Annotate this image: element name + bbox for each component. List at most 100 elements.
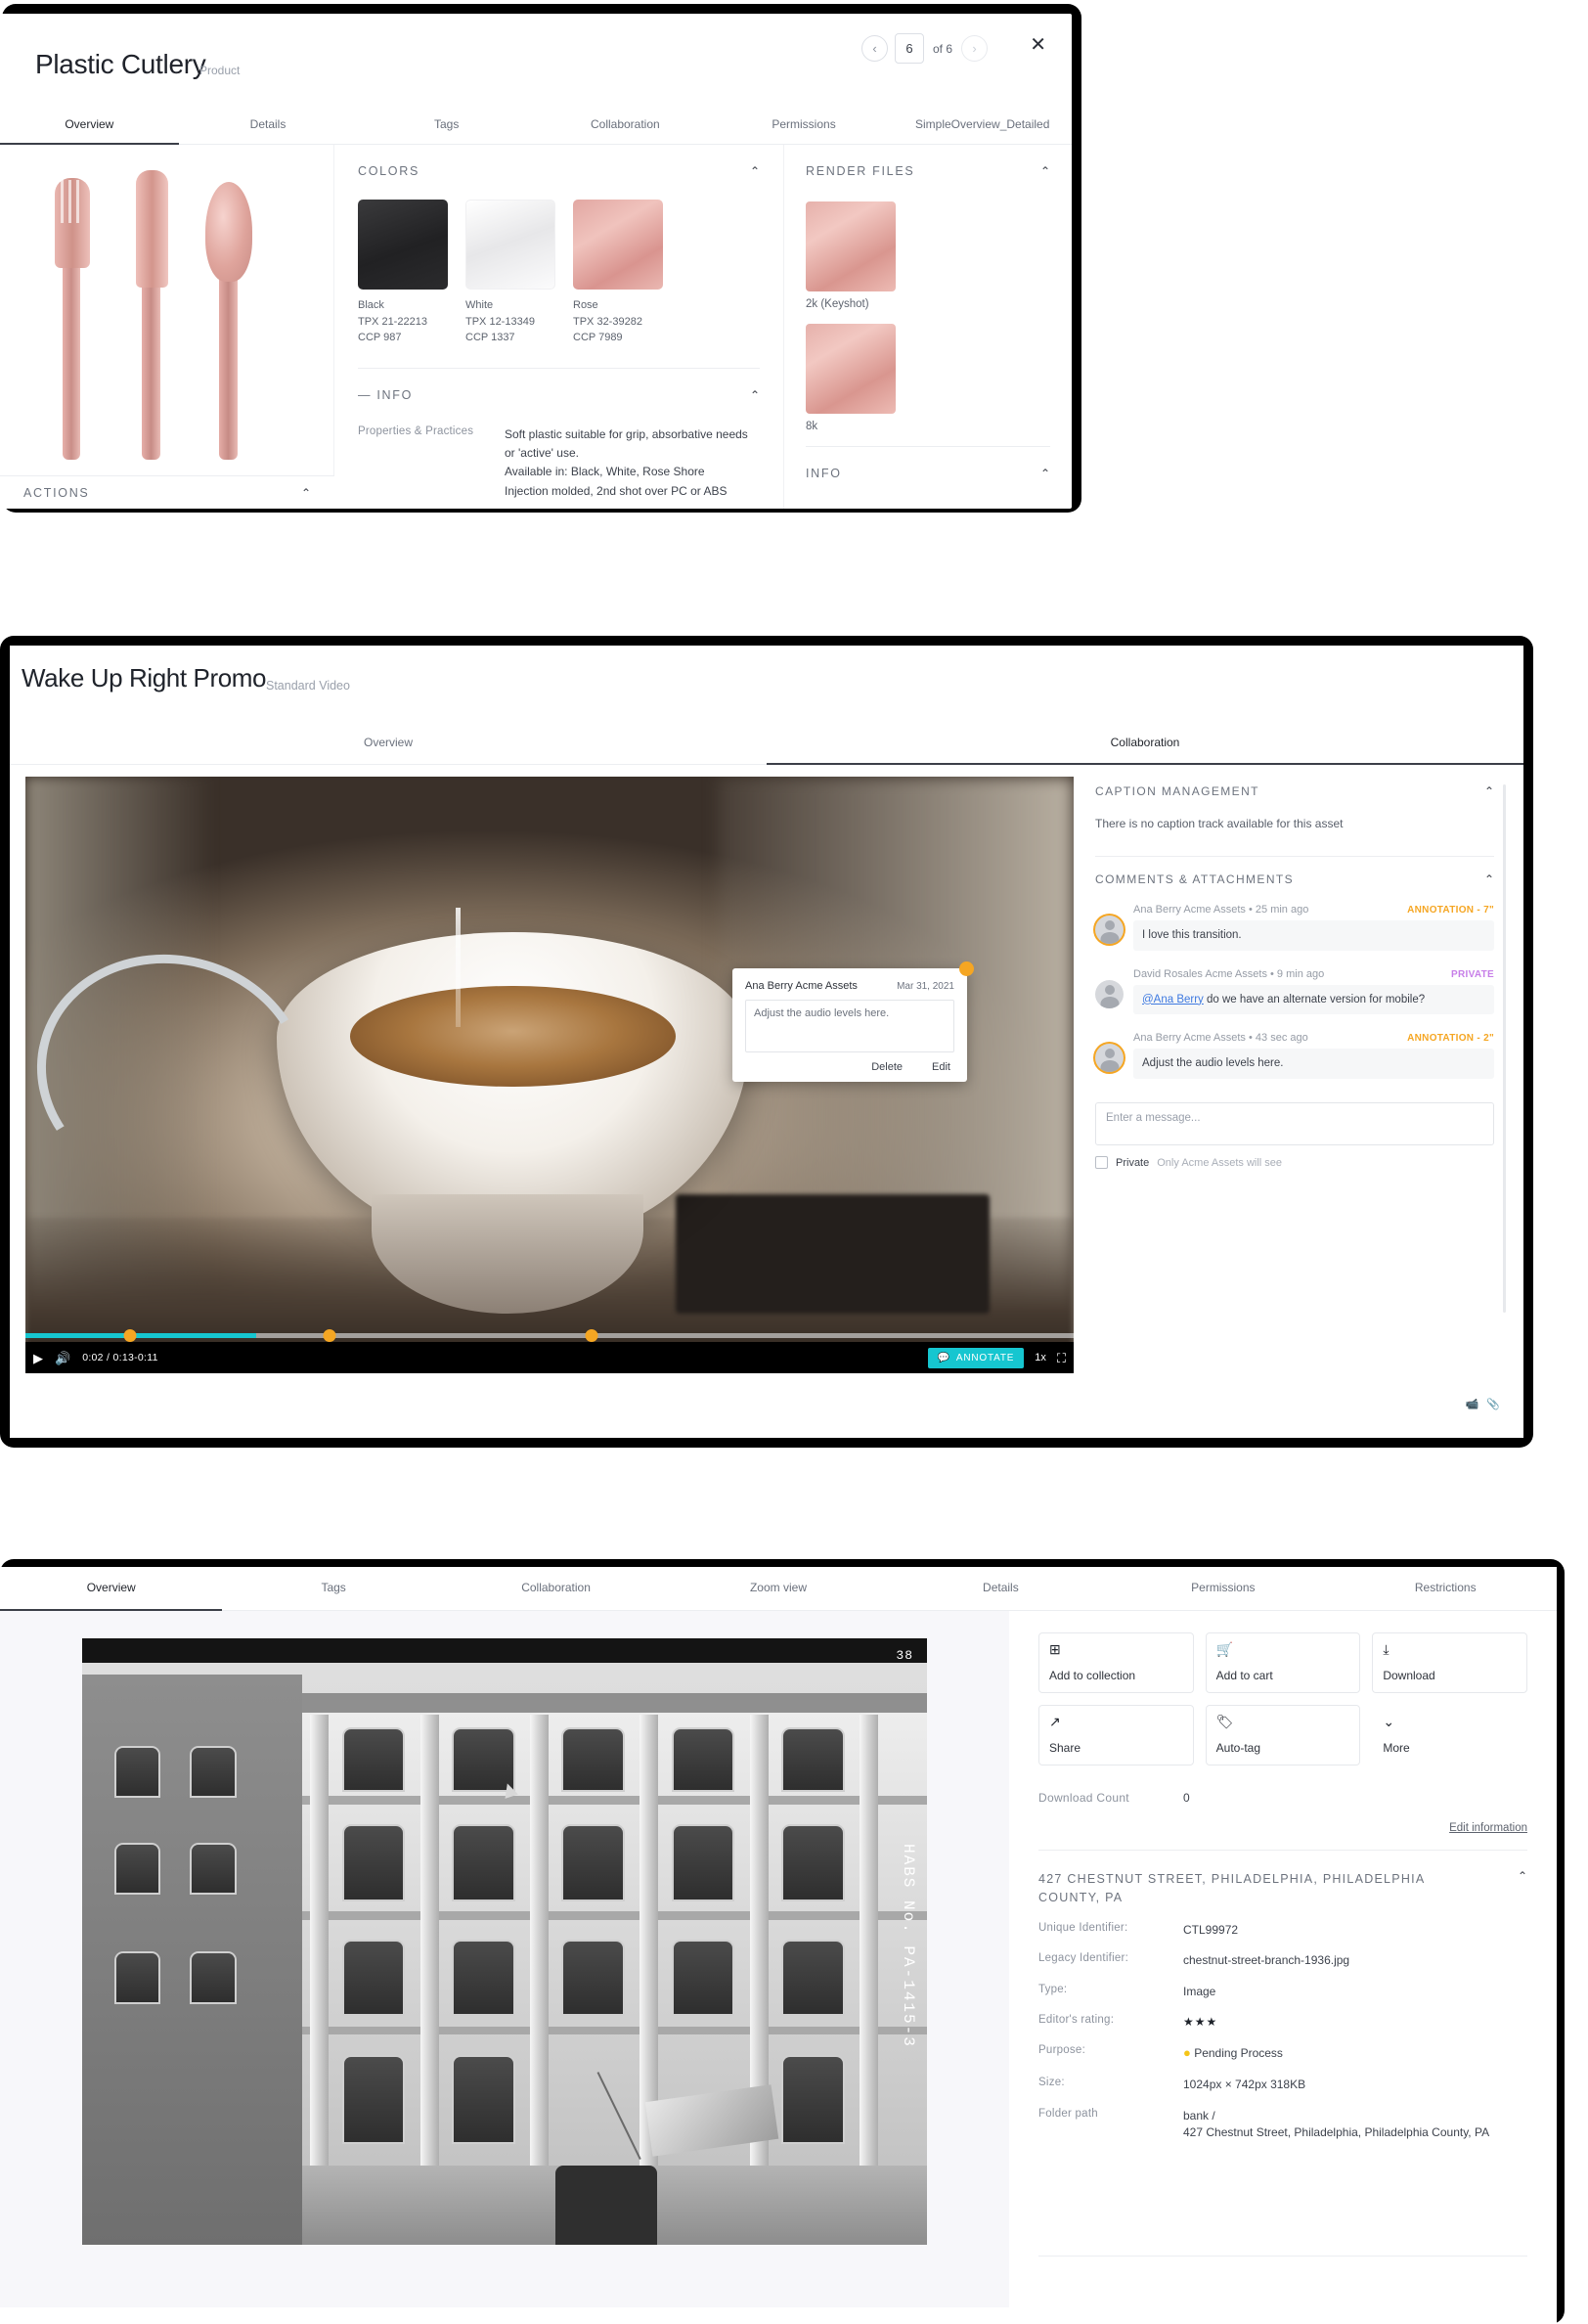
avatar: [1095, 1044, 1124, 1073]
video-player[interactable]: Ana Berry Acme Assets Mar 31, 2021 Adjus…: [25, 777, 1074, 1373]
close-icon[interactable]: ✕: [1030, 35, 1046, 55]
share-button[interactable]: ↗ Share: [1038, 1705, 1194, 1765]
info-section-header: — INFO ⌃: [358, 369, 760, 408]
pagination: ‹ 6 of 6 ›: [860, 33, 988, 64]
private-toggle-row[interactable]: Private Only Acme Assets will see: [1095, 1156, 1494, 1170]
tab-permissions[interactable]: Permissions: [715, 108, 894, 144]
page-total-label: of 6: [932, 41, 952, 56]
metadata-section-title: 427 CHESTNUT STREET, PHILADELPHIA, PHILA…: [1038, 1872, 1425, 1905]
render-file-item[interactable]: 8k: [806, 324, 1050, 432]
product-tab-bar: Overview Details Tags Collaboration Perm…: [0, 108, 1072, 145]
annotation-marker-icon[interactable]: [585, 1329, 598, 1342]
render-file-item[interactable]: 2k (Keyshot): [806, 201, 1050, 310]
add-to-cart-button[interactable]: 🛒 Add to cart: [1205, 1632, 1361, 1693]
product-detail-panel: Plastic Cutlery Product ‹ 6 of 6 › ✕ Ove…: [0, 14, 1072, 509]
more-button[interactable]: ⌄ More: [1372, 1705, 1527, 1765]
sidebar-scrollbar[interactable]: [1503, 784, 1506, 1313]
message-input[interactable]: Enter a message...: [1095, 1102, 1494, 1146]
playback-speed-button[interactable]: 1x: [1035, 1352, 1046, 1363]
section-divider: [1038, 1850, 1527, 1851]
comment-badge: ANNOTATION - 7": [1407, 905, 1494, 916]
asset-photo[interactable]: 38 HABS No. PA-1415-3: [82, 1638, 927, 2245]
tab-simple-overview-detailed[interactable]: SimpleOverview_Detailed: [893, 108, 1072, 144]
swatch-tpx: TPX 32-39282: [573, 315, 642, 328]
caption-collapse-chevron-up-icon[interactable]: ⌃: [1484, 785, 1494, 797]
private-checkbox[interactable]: [1095, 1156, 1108, 1170]
volume-icon[interactable]: 🔊: [55, 1352, 70, 1364]
tab-overview[interactable]: Overview: [0, 108, 179, 145]
annotation-popup[interactable]: Ana Berry Acme Assets Mar 31, 2021 Adjus…: [732, 961, 974, 1082]
action-label: Download: [1383, 1669, 1435, 1682]
tab-collaboration[interactable]: Collaboration: [536, 108, 715, 144]
annotation-marker-icon[interactable]: [123, 1329, 137, 1342]
tab-overview[interactable]: Overview: [10, 732, 767, 764]
annotation-marker-icon[interactable]: [323, 1329, 336, 1342]
annotation-text[interactable]: Adjust the audio levels here.: [745, 1000, 954, 1052]
tab-tags[interactable]: Tags: [357, 108, 536, 144]
tab-zoom-view[interactable]: Zoom view: [667, 1567, 889, 1610]
info-collapse-chevron-up-icon[interactable]: ⌃: [750, 389, 760, 401]
asset-type-label: Standard Video: [266, 679, 350, 693]
metadata-collapse-chevron-up-icon[interactable]: ⌃: [1518, 1870, 1527, 1882]
right-info-collapse-chevron-up-icon[interactable]: ⌃: [1040, 468, 1050, 479]
tab-collaboration[interactable]: Collaboration: [767, 732, 1523, 765]
comment-badge: ANNOTATION - 2": [1407, 1033, 1494, 1045]
metadata-label: Size:: [1038, 2077, 1065, 2089]
prev-page-button[interactable]: ‹: [860, 35, 888, 62]
colors-collapse-chevron-up-icon[interactable]: ⌃: [750, 165, 760, 177]
metadata-row: Legacy Identifier: chestnut-street-branc…: [1038, 1952, 1527, 1969]
metadata-row: Editor's rating: ★★★: [1038, 2014, 1527, 2031]
annotation-author: Ana Berry Acme Assets: [745, 980, 858, 992]
tab-restrictions[interactable]: Restrictions: [1335, 1567, 1557, 1610]
play-icon[interactable]: ▶: [33, 1352, 43, 1364]
auto-tag-button[interactable]: 🏷 Auto-tag: [1205, 1705, 1361, 1765]
comment-item: Ana Berry Acme Assets • 43 sec ago ANNOT…: [1095, 1032, 1494, 1080]
annotation-marker-dot-icon: [959, 961, 974, 976]
tab-collaboration[interactable]: Collaboration: [445, 1567, 667, 1610]
video-scrubber[interactable]: [25, 1329, 1074, 1342]
render-files-collapse-chevron-up-icon[interactable]: ⌃: [1040, 165, 1050, 177]
photo-habs-caption: HABS No. PA-1415-3: [900, 1844, 917, 2048]
user-mention-link[interactable]: @Ana Berry: [1142, 994, 1204, 1006]
add-collection-icon: ⊞: [1049, 1641, 1061, 1657]
properties-practices-label: Properties & Practices: [358, 425, 474, 437]
color-swatch-rose[interactable]: Rose TPX 32-39282 CCP 7989: [573, 200, 663, 346]
color-swatch-black[interactable]: Black TPX 21-22213 CCP 987: [358, 200, 448, 346]
tab-details[interactable]: Details: [890, 1567, 1112, 1610]
annotate-button[interactable]: 💬 ANNOTATE: [927, 1347, 1025, 1368]
annotation-edit-button[interactable]: Edit: [932, 1061, 950, 1073]
page-title: Plastic Cutlery: [35, 49, 206, 79]
comment-author: Ana Berry Acme Assets: [1133, 1032, 1246, 1045]
comment-item: Ana Berry Acme Assets • 25 min ago ANNOT…: [1095, 904, 1494, 951]
properties-practices-value: Soft plastic suitable for grip, absorbat…: [505, 426, 748, 498]
comment-time: • 25 min ago: [1249, 904, 1309, 916]
video-controls-bar: ▶ 🔊 0:02 / 0:13-0:11 💬 ANNOTATE 1x ⛶: [25, 1329, 1074, 1373]
cutlery-illustration: [45, 166, 289, 460]
tab-permissions[interactable]: Permissions: [1112, 1567, 1334, 1610]
metadata-value: chestnut-street-branch-1936.jpg: [1183, 1953, 1350, 1968]
page-title: Wake Up Right Promo: [22, 663, 267, 693]
actions-collapse-chevron-up-icon[interactable]: ⌃: [301, 487, 311, 499]
page-number-input[interactable]: 6: [894, 33, 924, 64]
video-attach-icon[interactable]: 📹: [1466, 1398, 1479, 1410]
avatar: [1095, 916, 1124, 944]
fullscreen-icon[interactable]: ⛶: [1057, 1352, 1066, 1364]
status-badge: Pending Process: [1194, 2046, 1283, 2061]
actions-section[interactable]: ACTIONS ⌃: [0, 475, 334, 509]
comments-collapse-chevron-up-icon[interactable]: ⌃: [1484, 873, 1494, 885]
download-button[interactable]: ⤓ Download: [1372, 1632, 1527, 1693]
next-page-button[interactable]: ›: [961, 35, 988, 62]
annotation-delete-button[interactable]: Delete: [871, 1061, 903, 1073]
photo-corner-number: 38: [896, 1648, 913, 1663]
video-header: Wake Up Right Promo Standard Video: [10, 646, 1523, 732]
tab-details[interactable]: Details: [179, 108, 358, 144]
tab-tags[interactable]: Tags: [222, 1567, 444, 1610]
product-header: Plastic Cutlery Product ‹ 6 of 6 › ✕: [0, 14, 1072, 108]
current-time-label: 0:02: [82, 1352, 104, 1363]
color-swatch-white[interactable]: White TPX 12-13349 CCP 1337: [465, 200, 555, 346]
add-to-collection-button[interactable]: ⊞ Add to collection: [1038, 1632, 1194, 1693]
tab-overview[interactable]: Overview: [0, 1567, 223, 1611]
paperclip-icon[interactable]: 📎: [1486, 1398, 1500, 1410]
edit-information-link[interactable]: Edit information: [1449, 1822, 1527, 1834]
swatch-ccp: CCP 987: [358, 332, 402, 343]
